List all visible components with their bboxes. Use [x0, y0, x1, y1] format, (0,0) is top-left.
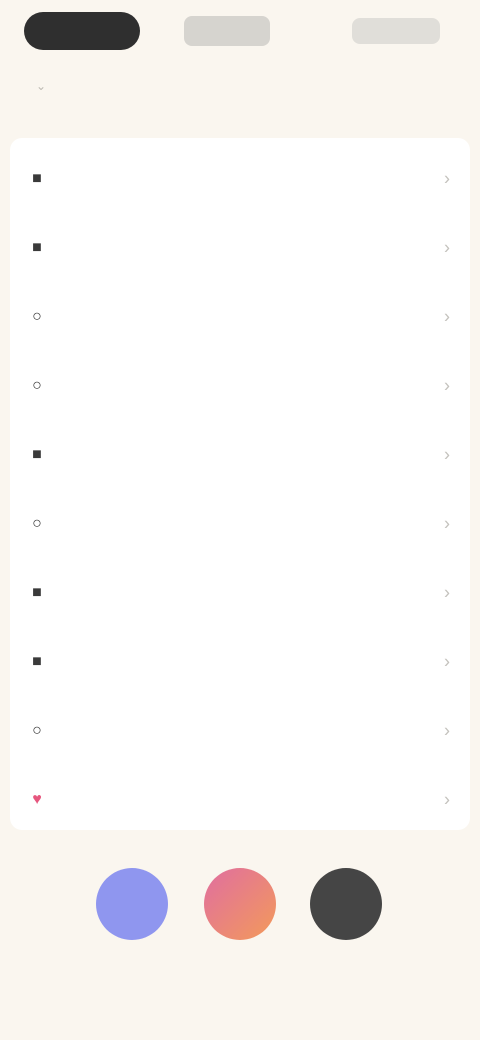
menu-item-6[interactable]: ○ › — [10, 489, 470, 558]
chevron-right-icon: › — [444, 168, 450, 188]
menu-item-4[interactable]: ○ › — [10, 351, 470, 420]
chevron-right-icon: › — [444, 789, 450, 809]
menu-item-8[interactable]: ■ › — [10, 627, 470, 696]
menu-item-7[interactable]: ■ › — [10, 558, 470, 627]
chevron-right-icon: › — [444, 513, 450, 533]
chevron-right-icon: › — [444, 444, 450, 464]
menu-item-2[interactable]: ■ › — [10, 213, 470, 282]
heart-icon: ♥ — [32, 790, 42, 808]
square-icon: ■ — [32, 583, 42, 601]
tab-secondary[interactable] — [184, 16, 270, 46]
menu-item-3[interactable]: ○ › — [10, 282, 470, 351]
chevron-right-icon: › — [444, 375, 450, 395]
tab-active[interactable] — [24, 12, 140, 50]
menu-item-9[interactable]: ○ › — [10, 696, 470, 765]
square-icon: ■ — [32, 238, 42, 256]
avatar-3[interactable] — [310, 868, 382, 940]
square-icon: ■ — [32, 445, 42, 463]
circle-icon: ○ — [32, 307, 42, 325]
avatar-2[interactable] — [204, 868, 276, 940]
header-action-button[interactable] — [352, 18, 440, 44]
square-icon: ■ — [32, 652, 42, 670]
chevron-right-icon: › — [444, 720, 450, 740]
menu-item-1[interactable]: ■ › — [10, 144, 470, 213]
circle-icon: ○ — [32, 514, 42, 532]
top-bar: ⌄ — [0, 0, 480, 110]
chevron-right-icon: › — [444, 306, 450, 326]
chevron-right-icon: › — [444, 237, 450, 257]
menu-item-5[interactable]: ■ › — [10, 420, 470, 489]
chevron-right-icon: › — [444, 651, 450, 671]
circle-icon: ○ — [32, 376, 42, 394]
avatar-row — [0, 860, 480, 970]
chevron-right-icon: › — [444, 582, 450, 602]
menu-card: ■ › ■ › ○ › ○ › ■ › ○ › ■ › ■ › ○ › ♥ › — [10, 138, 470, 830]
avatar-1[interactable] — [96, 868, 168, 940]
collapse-icon[interactable]: ⌄ — [36, 80, 48, 92]
menu-item-10[interactable]: ♥ › — [10, 765, 470, 834]
circle-icon: ○ — [32, 721, 42, 739]
square-icon: ■ — [32, 169, 42, 187]
